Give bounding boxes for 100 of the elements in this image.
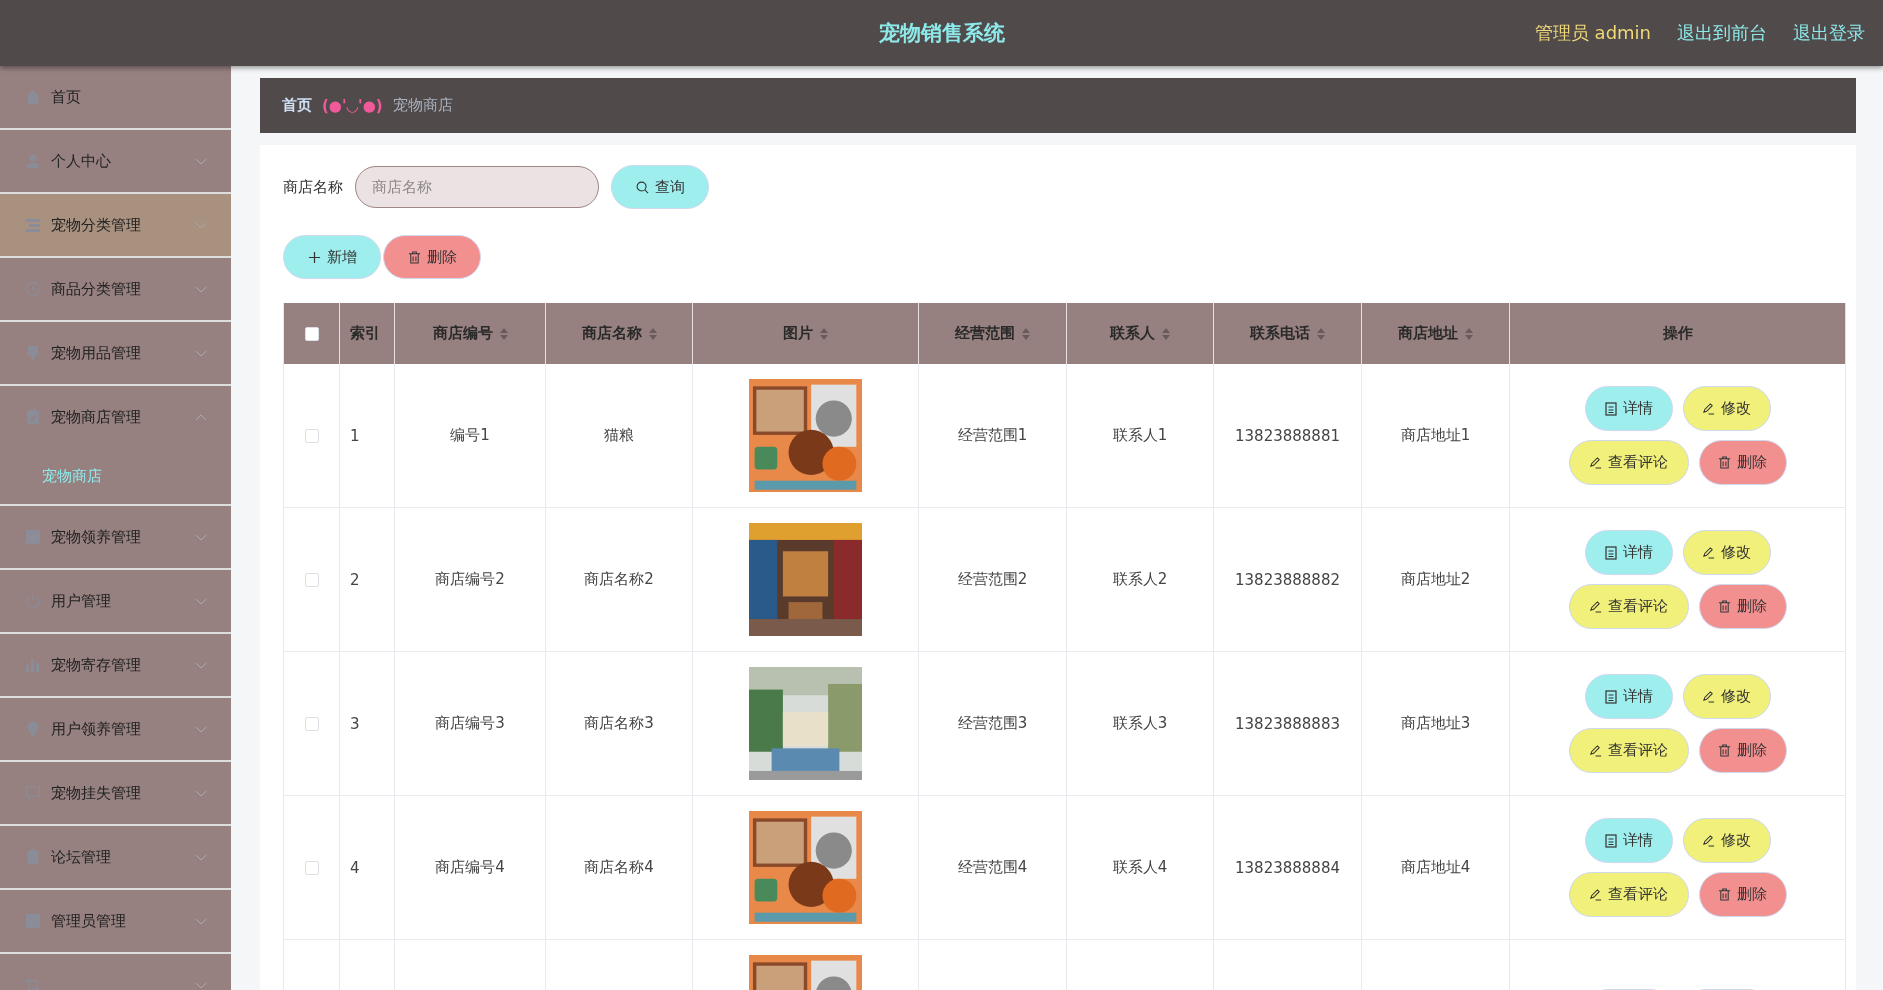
table-cell: 商店地址2: [1400, 570, 1471, 589]
sidebar-item[interactable]: 宠物用品管理: [0, 322, 231, 384]
chat-icon: [25, 785, 41, 801]
user-label: 管理员 admin: [1534, 21, 1651, 45]
comments-button[interactable]: 查看评论: [1568, 728, 1689, 773]
pencil-icon: [1702, 834, 1715, 847]
trash-icon: [1718, 744, 1731, 757]
table-cell: 13823888881: [1235, 426, 1340, 445]
table-cell: 联系人2: [1112, 570, 1168, 589]
document-icon: [1604, 401, 1617, 416]
column-title: 索引: [350, 324, 380, 343]
details-button[interactable]: 详情: [1584, 530, 1673, 575]
grid-icon: [25, 913, 41, 929]
header-cell[interactable]: 商店编号: [395, 303, 546, 364]
table-cell: 商店地址3: [1400, 714, 1471, 733]
trash-icon: [1718, 600, 1731, 613]
sidebar-item[interactable]: 用户管理: [0, 570, 231, 632]
delete-button[interactable]: 删除: [1698, 584, 1787, 629]
document-icon: [1604, 545, 1617, 560]
sidebar-item[interactable]: 论坛管理: [0, 826, 231, 888]
sidebar-item[interactable]: 个人中心: [0, 130, 231, 192]
header-cell[interactable]: 经营范围: [919, 303, 1067, 364]
chevron-down-icon: [195, 853, 207, 861]
comments-button[interactable]: 查看评论: [1568, 872, 1689, 917]
details-button[interactable]: 详情: [1584, 386, 1673, 431]
table-cell: 4: [350, 858, 360, 877]
clipboard-icon: [25, 409, 41, 425]
chevron-down-icon: [195, 221, 207, 229]
chevron-up-icon: [195, 413, 207, 421]
details-button[interactable]: 详情: [1584, 818, 1673, 863]
clock-icon: [25, 281, 41, 297]
column-title: 商店名称: [581, 324, 642, 343]
add-button[interactable]: 新增: [283, 235, 381, 279]
comments-button[interactable]: 查看评论: [1568, 584, 1689, 629]
chevron-down-icon: [195, 533, 207, 541]
delete-button[interactable]: 删除: [1698, 872, 1787, 917]
search-field[interactable]: 商店名称: [355, 166, 599, 208]
edit-button[interactable]: 修改: [1682, 386, 1771, 431]
chevron-down-icon: [195, 349, 207, 357]
sidebar-item[interactable]: 宠物挂失管理: [0, 762, 231, 824]
search-icon: [635, 180, 649, 194]
sidebar-item[interactable]: 用户领养管理: [0, 698, 231, 760]
checkbox[interactable]: [304, 572, 319, 587]
header-cell[interactable]: 商店名称: [546, 303, 693, 364]
edit-button[interactable]: 修改: [1682, 674, 1771, 719]
checkbox[interactable]: [304, 428, 319, 443]
delete-button[interactable]: 删除: [383, 235, 481, 279]
header-link[interactable]: 退出登录: [1793, 21, 1865, 45]
header-cell[interactable]: 联系电话: [1214, 303, 1362, 364]
sidebar-item[interactable]: 宠物分类管理: [0, 194, 231, 256]
breadcrumb-home[interactable]: 首页: [282, 96, 312, 115]
chevron-down-icon: [195, 285, 207, 293]
table-cell: 经营范围2: [957, 570, 1028, 589]
delete-button[interactable]: 删除: [1698, 440, 1787, 485]
checkbox[interactable]: [304, 716, 319, 731]
breadcrumb-current: 宠物商店: [392, 96, 453, 115]
home-icon: [25, 89, 41, 105]
column-title: 联系电话: [1250, 324, 1310, 343]
chevron-down-icon: [195, 157, 207, 165]
document-icon: [25, 849, 41, 865]
table-cell: 联系人1: [1112, 426, 1168, 445]
search-button[interactable]: 查询: [611, 165, 709, 209]
comments-button[interactable]: 查看评论: [1568, 440, 1689, 485]
header-cell[interactable]: 图片: [693, 303, 919, 364]
sidebar-item[interactable]: 宠物商店管理: [0, 386, 231, 448]
table-cell: 3: [350, 714, 360, 733]
edit-button[interactable]: 修改: [1682, 818, 1771, 863]
checkbox[interactable]: [304, 860, 319, 875]
table-cell: 经营范围1: [957, 426, 1028, 445]
sidebar-item[interactable]: 管理员管理: [0, 890, 231, 952]
pencil-icon: [1589, 744, 1602, 757]
delete-button[interactable]: 删除: [1698, 728, 1787, 773]
table-cell: 经营范围4: [957, 858, 1028, 877]
edit-button[interactable]: 修改: [1682, 530, 1771, 575]
search-label: 商店名称: [283, 177, 343, 197]
column-title: 操作: [1662, 324, 1693, 343]
chevron-down-icon: [195, 725, 207, 733]
pencil-icon: [1589, 456, 1602, 469]
bars-icon: [25, 657, 41, 673]
list-icon: [25, 217, 41, 233]
checkbox[interactable]: [304, 326, 319, 341]
table-cell: 猫粮: [604, 426, 634, 445]
table-cell: 2: [350, 570, 360, 589]
plus-icon: [307, 250, 321, 264]
header-cell[interactable]: 商店地址: [1362, 303, 1510, 364]
table-cell: 1: [350, 426, 360, 445]
chart-icon: [25, 529, 41, 545]
sidebar-item[interactable]: 商品分类管理: [0, 258, 231, 320]
table-cell: 商店地址1: [1400, 426, 1471, 445]
header-cell[interactable]: 联系人: [1067, 303, 1214, 364]
sidebar-item[interactable]: 首页: [0, 66, 231, 128]
table-cell: 商店地址4: [1400, 858, 1471, 877]
details-button[interactable]: 详情: [1584, 674, 1673, 719]
table-cell: 联系人3: [1112, 714, 1168, 733]
sidebar-item[interactable]: 宠物寄存管理: [0, 634, 231, 696]
sidebar-item[interactable]: 宠物领养管理: [0, 506, 231, 568]
header-link[interactable]: 退出到前台: [1677, 21, 1767, 45]
table-cell: 经营范围3: [957, 714, 1028, 733]
column-title: 图片: [783, 324, 813, 343]
chevron-down-icon: [195, 981, 207, 989]
